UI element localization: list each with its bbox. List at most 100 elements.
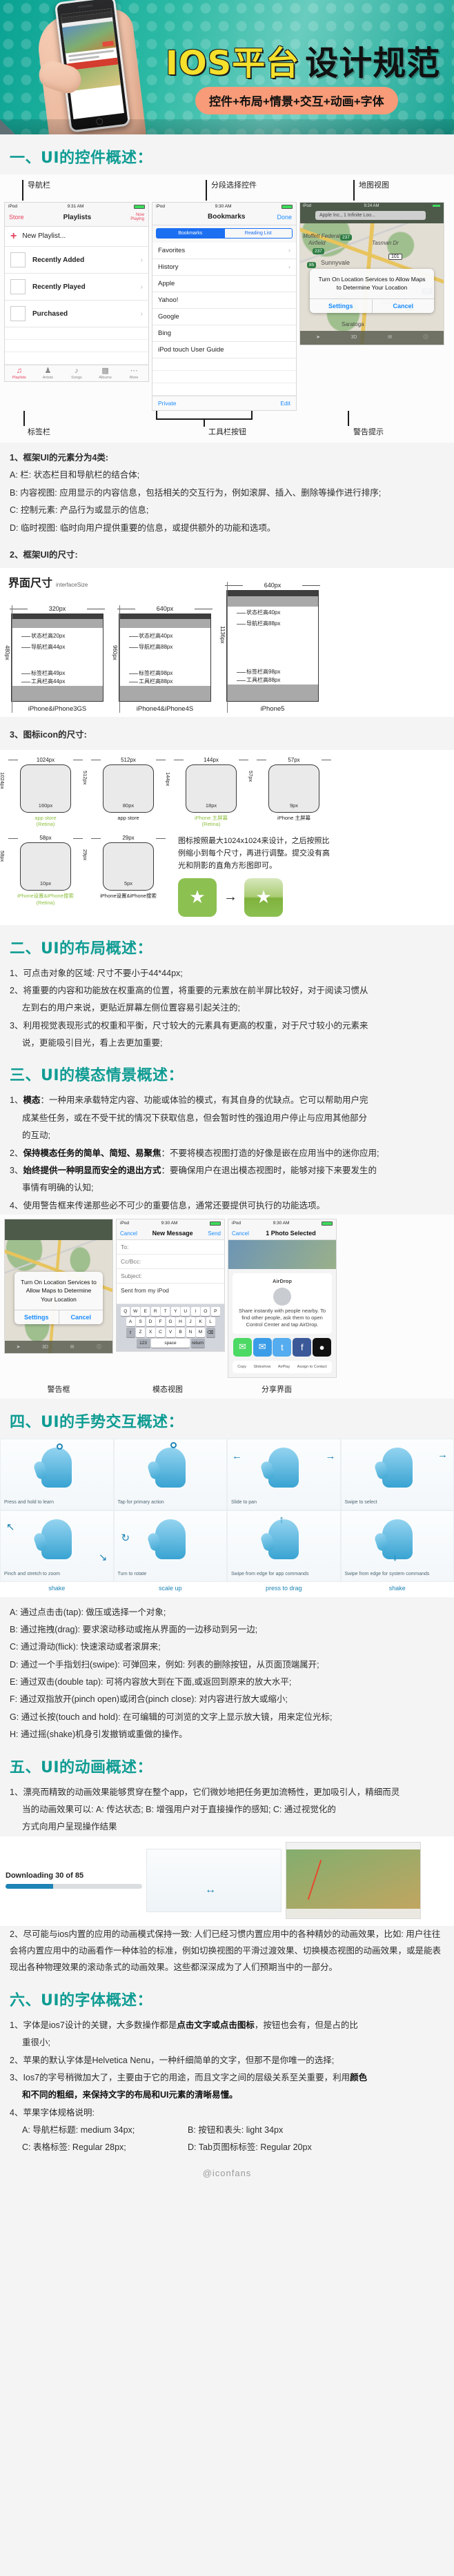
key[interactable]: A [126, 1317, 135, 1327]
key[interactable]: J [186, 1317, 195, 1327]
key[interactable]: P [210, 1307, 220, 1317]
list-item[interactable]: Recently Added › [5, 247, 148, 274]
key[interactable]: Z [136, 1328, 145, 1338]
ios-maps-screenshot: iPod 9:24 AM Apple Inc., 1 Infinite Loo.… [299, 202, 444, 345]
list-item[interactable]: Favorites › [152, 243, 296, 259]
list-item[interactable]: History › [152, 259, 296, 276]
key[interactable]: O [201, 1307, 210, 1317]
private-button[interactable]: Private [158, 400, 176, 407]
key[interactable]: S [136, 1317, 145, 1327]
key[interactable]: K [196, 1317, 205, 1327]
key[interactable]: I [190, 1307, 200, 1317]
map-canvas[interactable]: Turn On Location Services to Allow Maps … [5, 1219, 112, 1354]
cancel-button[interactable]: Cancel [232, 1230, 249, 1237]
3d-button[interactable]: 3D [336, 331, 372, 345]
numbers-key[interactable]: 123 [136, 1339, 150, 1348]
status-bar: iPod 9:31 AM [5, 203, 148, 210]
field-cc-bcc[interactable]: Cc/Bcc: [117, 1255, 224, 1270]
map-canvas[interactable]: iPod 9:24 AM Apple Inc., 1 Infinite Loo.… [300, 203, 444, 345]
space-key[interactable]: space [151, 1339, 190, 1348]
list-item[interactable]: Purchased › [5, 301, 148, 328]
now-label: Now [135, 213, 144, 217]
locate-icon[interactable]: ➤ [300, 331, 336, 345]
key[interactable]: F [156, 1317, 165, 1327]
tab-more[interactable]: ⋯ More [119, 367, 148, 380]
share-icon[interactable]: ✉ [372, 331, 408, 345]
done-button[interactable]: Done [277, 214, 292, 221]
key[interactable]: Q [121, 1307, 130, 1317]
key[interactable]: L [206, 1317, 215, 1327]
alert-cancel-button[interactable]: Cancel [59, 1310, 103, 1324]
list-item[interactable]: Bing [152, 325, 296, 342]
key[interactable]: M [196, 1328, 205, 1338]
route-marker: 101 [388, 254, 402, 260]
item-bold: 始终提供一种明显而安全的退出方式 [23, 1165, 161, 1175]
list-item[interactable]: Recently Played › [5, 274, 148, 301]
spec-c: C: 表格标签: Regular 28px; [22, 2142, 126, 2153]
key[interactable]: B [176, 1328, 185, 1338]
zoom-arrow [307, 1859, 322, 1900]
return-key[interactable]: return [190, 1339, 205, 1348]
backspace-key[interactable]: ⌫ [206, 1328, 215, 1338]
list-item[interactable]: iPod touch User Guide [152, 342, 296, 358]
field-subject[interactable]: Subject: [117, 1269, 224, 1284]
key[interactable]: G [166, 1317, 175, 1327]
locate-icon[interactable]: ➤ [5, 1341, 32, 1353]
cancel-button[interactable]: Cancel [120, 1230, 137, 1237]
alert-cancel-button[interactable]: Cancel [373, 299, 435, 313]
share-message-icon[interactable]: ✉ [233, 1337, 252, 1357]
anim-item-1-cont: 当的动画效果可以: A: 传达状态; B: 增强用户对于直接操作的感知; C: … [22, 1804, 336, 1814]
info-icon[interactable]: ⓘ [408, 331, 444, 345]
field-to[interactable]: To: [117, 1240, 224, 1255]
share-mail-icon[interactable]: ✉ [253, 1337, 272, 1357]
list-item-new-playlist[interactable]: + New Playlist... [5, 227, 148, 247]
tab-artists[interactable]: ♟ Artists [34, 367, 63, 380]
share-icon[interactable]: ✉ [59, 1341, 86, 1353]
shift-key[interactable]: ⇧ [126, 1328, 135, 1338]
key[interactable]: E [141, 1307, 150, 1317]
key[interactable]: R [150, 1307, 160, 1317]
gesture-name-shake-2: shake [388, 1584, 406, 1592]
key[interactable]: T [161, 1307, 170, 1317]
info-icon[interactable]: ⓘ [86, 1341, 112, 1353]
key[interactable]: D [146, 1317, 155, 1327]
tab-songs[interactable]: ♪ Songs [62, 367, 91, 380]
alert-settings-button[interactable]: Settings [14, 1310, 59, 1324]
key[interactable]: X [146, 1328, 155, 1338]
key[interactable]: W [130, 1307, 140, 1317]
action-airplay[interactable]: AirPlay [278, 1365, 290, 1369]
segmented-control[interactable]: Bookmarks Reading List [152, 225, 296, 243]
icon-caption: iPhone设置&iPhone搜索 (Retina) [7, 893, 84, 906]
highway-shield: 85 [307, 262, 317, 268]
store-button[interactable]: Store [9, 214, 24, 221]
tab-playlists[interactable]: ♫ Playlists [5, 367, 34, 380]
height-label: 1136px [219, 626, 226, 644]
3d-button[interactable]: 3D [32, 1341, 59, 1353]
send-button[interactable]: Send [208, 1230, 221, 1237]
list-item[interactable]: Apple [152, 276, 296, 292]
list-item[interactable]: Yahoo! [152, 292, 296, 309]
segment-reading-list[interactable]: Reading List [224, 228, 293, 239]
key[interactable]: H [176, 1317, 185, 1327]
key[interactable]: V [166, 1328, 175, 1338]
share-facebook-icon[interactable]: f [293, 1337, 312, 1357]
share-twitter-icon[interactable]: t [273, 1337, 292, 1357]
alert-settings-button[interactable]: Settings [310, 298, 373, 313]
key[interactable]: C [156, 1328, 165, 1338]
screen-outline: 状态栏高20px 导航栏高44px 标签栏高49px 工具栏高44px [11, 613, 103, 702]
action-copy[interactable]: Copy [237, 1365, 246, 1369]
phone-diagram-5: 640px 状态栏高40px 导航栏高88px 标签栏高98px 工具栏高88p… [219, 582, 324, 713]
map-search-field[interactable]: Apple Inc., 1 Infinite Loo... [315, 211, 426, 220]
key[interactable]: Y [170, 1307, 180, 1317]
now-playing-button[interactable]: Now Playing [130, 213, 144, 222]
key[interactable]: N [186, 1328, 195, 1338]
key[interactable]: U [181, 1307, 190, 1317]
action-assign-contact[interactable]: Assign to Contact [297, 1365, 327, 1369]
share-flickr-icon[interactable]: ● [313, 1337, 332, 1357]
edit-button[interactable]: Edit [280, 400, 290, 407]
on-screen-keyboard[interactable]: QWERTYUIOP ASDFGHJKL ⇧ Z X C V B N M ⌫ 123 space r… [117, 1304, 224, 1352]
tab-albums[interactable]: ▩ Albums [91, 367, 120, 380]
action-slideshow[interactable]: Slideshow [253, 1365, 270, 1369]
list-item[interactable]: Google [152, 309, 296, 325]
segment-bookmarks[interactable]: Bookmarks [156, 228, 225, 239]
